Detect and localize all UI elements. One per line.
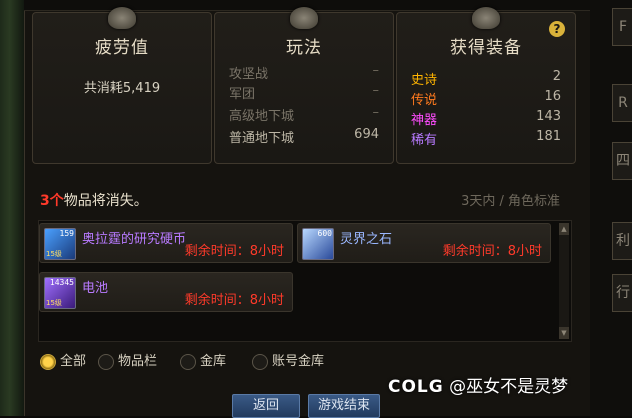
gear-row-label: 神器 [411, 113, 438, 128]
fatigue-emblem-icon [108, 7, 136, 29]
gear-row-label: 传说 [411, 93, 438, 108]
fatigue-title: 疲劳值 [95, 38, 149, 58]
gameplay-row-label: 高级地下城 [229, 109, 295, 124]
gameplay-row: 军团 – [229, 83, 379, 103]
fatigue-panel: 疲劳值 共消耗5,419 [32, 7, 212, 164]
fatigue-total: 共消耗5,419 [83, 81, 161, 96]
gameplay-panel: 玩法 攻坚战 – 军团 – 高级地下城 – 普通地下城 694 [214, 7, 394, 164]
gear-row-value: 181 [536, 129, 561, 144]
gameplay-row: 普通地下城 694 [229, 127, 379, 147]
scroll-up-icon[interactable]: ▲ [559, 223, 569, 235]
vanish-suffix: 物品将消失。 [63, 193, 148, 209]
list-item[interactable]: 159 15级 奥拉霆的研究硬币 剩余时间：8小时 [39, 223, 293, 263]
item-remaining-time: 剩余时间：8小时 [442, 244, 542, 259]
gear-row: 神器 143 [411, 109, 561, 129]
list-scrollbar[interactable]: ▲ ▼ [559, 223, 569, 339]
gameplay-row-value: – [372, 63, 380, 78]
watermark-logo: COLG [388, 377, 444, 397]
item-level: 15级 [46, 250, 62, 258]
filter-label: 全部 [60, 354, 87, 369]
spirit-stone-icon: 600 [302, 228, 334, 260]
vanish-hint: 3天内 / 角色标准 [461, 194, 560, 209]
gameplay-title: 玩法 [286, 38, 322, 58]
item-level: 15级 [46, 299, 62, 307]
filter-label: 物品栏 [118, 354, 158, 369]
gameplay-row: 攻坚战 – [229, 63, 379, 83]
side-tab[interactable]: 四 [612, 142, 632, 180]
gear-row: 史诗 2 [411, 69, 561, 89]
gameplay-row: 高级地下城 – [229, 105, 379, 125]
side-tab[interactable]: 利 [612, 222, 632, 260]
list-item[interactable]: 14345 15级 电池 剩余时间：8小时 [39, 272, 293, 312]
item-name: 电池 [82, 281, 109, 296]
filter-label: 金库 [200, 354, 227, 369]
right-decoration [590, 0, 632, 416]
gameplay-row-value: – [372, 83, 380, 98]
gear-emblem-icon [472, 7, 500, 29]
gameplay-row-label: 普通地下城 [229, 131, 295, 146]
gameplay-row-label: 军团 [229, 87, 256, 102]
vanishing-items-section: 3个物品将消失。 3天内 / 角色标准 159 15级 奥拉霆的研究硬币 剩余时… [30, 180, 580, 342]
filter-label: 账号金库 [272, 354, 325, 369]
gear-row-label: 史诗 [411, 73, 438, 88]
gameplay-emblem-icon [290, 7, 318, 29]
side-tab[interactable]: R [612, 84, 632, 122]
gameplay-row-label: 攻坚战 [229, 67, 269, 82]
radio-icon [180, 354, 196, 370]
item-remaining-time: 剩余时间：8小时 [184, 244, 284, 259]
radio-icon [252, 354, 268, 370]
help-icon[interactable]: ? [549, 21, 565, 37]
scroll-down-icon[interactable]: ▼ [559, 327, 569, 339]
battery-icon: 14345 15级 [44, 277, 76, 309]
side-tab[interactable]: 行 [612, 274, 632, 312]
item-quantity: 600 [317, 229, 332, 238]
back-button[interactable]: 返回 [232, 394, 300, 418]
item-quantity: 159 [59, 229, 74, 238]
vanish-item-list: 159 15级 奥拉霆的研究硬币 剩余时间：8小时 600 灵界之石 剩余时间：… [38, 220, 572, 342]
left-decoration [0, 0, 24, 416]
coin-icon: 159 15级 [44, 228, 76, 260]
radio-icon [98, 354, 114, 370]
vanish-title: 3个物品将消失。 [40, 190, 148, 210]
item-remaining-time: 剩余时间：8小时 [184, 293, 284, 308]
gameplay-row-value: 694 [354, 127, 379, 142]
gear-row-value: 2 [552, 69, 561, 84]
gear-row-label: 稀有 [411, 133, 438, 148]
watermark-text: @巫女不是灵梦 [449, 377, 569, 397]
gameplay-row-value: – [372, 105, 380, 120]
gear-row: 传说 16 [411, 89, 561, 109]
gear-row: 稀有 181 [411, 129, 561, 149]
item-name: 灵界之石 [340, 232, 393, 247]
side-tab[interactable]: F [612, 8, 632, 46]
end-game-button[interactable]: 游戏结束 [308, 394, 380, 418]
gear-row-value: 16 [544, 89, 561, 104]
item-quantity: 14345 [49, 278, 74, 287]
watermark: COLG @巫女不是灵梦 [388, 372, 568, 397]
item-name: 奥拉霆的研究硬币 [82, 232, 187, 247]
radio-selected-icon [40, 354, 56, 370]
list-item[interactable]: 600 灵界之石 剩余时间：8小时 [297, 223, 551, 263]
gear-title: 获得装备 [450, 38, 522, 58]
gear-panel: 获得装备 ? 史诗 2 传说 16 神器 143 稀有 181 [396, 7, 576, 164]
gear-row-value: 143 [536, 109, 561, 124]
vanish-count: 3个 [40, 193, 64, 209]
